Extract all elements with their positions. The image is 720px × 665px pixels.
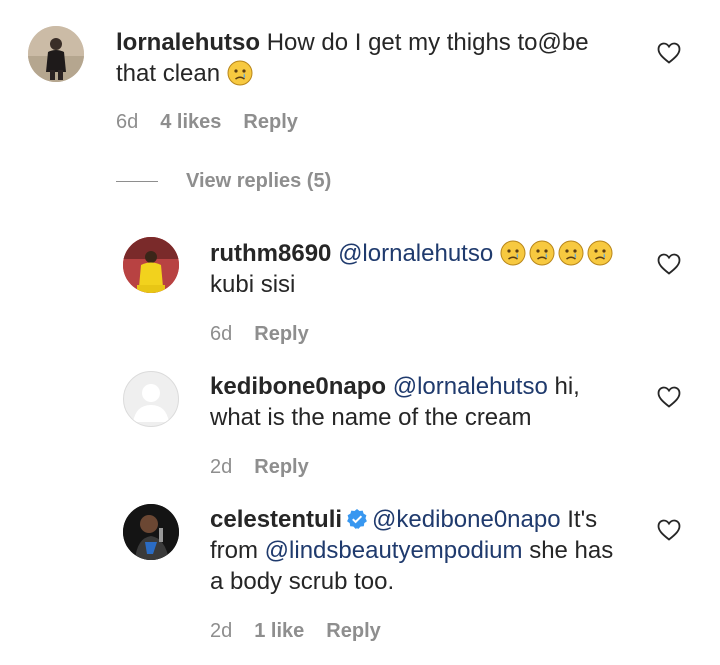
reply-button[interactable]: Reply (254, 456, 308, 479)
crying-face-emoji (529, 240, 555, 266)
reply-username[interactable]: ruthm8690 (210, 240, 331, 267)
reply-username[interactable]: kedibone0napo (210, 373, 386, 400)
reply-button[interactable]: Reply (326, 620, 380, 643)
mention-link-2[interactable]: @lindsbeautyempodium (265, 537, 523, 564)
heart-outline-icon[interactable] (657, 386, 681, 408)
crying-face-emoji (587, 240, 613, 266)
crying-face-emoji (227, 60, 253, 86)
comment-likes[interactable]: 4 likes (160, 111, 221, 134)
mention-link[interactable]: @lornalehutso (393, 373, 548, 400)
reply-username[interactable]: celestentuli (210, 506, 342, 533)
mention-link[interactable]: @lornalehutso (338, 240, 493, 267)
reply-text: celestentuli @kedibone0napo It's from @l… (210, 504, 640, 597)
reply-text: kedibone0napo @lornalehutso hi, what is … (210, 371, 630, 433)
reply-button[interactable]: Reply (243, 111, 297, 134)
reply-body-cont-2: she has (529, 537, 614, 564)
view-replies-button[interactable]: View replies (5) (116, 170, 331, 193)
reply-text: ruthm8690 @lornalehutso kubi sisi (210, 238, 630, 300)
reply-body: kubi sisi (210, 271, 296, 298)
reply-meta: 6d Reply (210, 323, 309, 346)
divider-line (116, 181, 158, 182)
reply-body-cont-3: a body scrub too. (210, 568, 395, 595)
comment-username[interactable]: lornalehutso (116, 29, 260, 56)
reply-body-cont: what is the name of the cream (210, 404, 532, 431)
reply-button[interactable]: Reply (254, 323, 308, 346)
comment-meta: 6d 4 likes Reply (116, 111, 298, 134)
reply-body: It's (567, 506, 598, 533)
reply-time: 2d (210, 456, 233, 478)
avatar[interactable] (28, 26, 84, 82)
avatar[interactable] (123, 504, 179, 560)
mention-link[interactable]: @kedibone0napo (372, 506, 561, 533)
avatar-photo (28, 26, 84, 82)
comment-text: lornalehutso How do I get my thighs to@b… (116, 27, 606, 89)
reply-body-cont: from (210, 537, 258, 564)
avatar[interactable] (123, 237, 179, 293)
crying-face-emoji (558, 240, 584, 266)
comment-time: 6d (116, 111, 139, 133)
default-avatar-icon (133, 384, 169, 422)
avatar-photo (123, 237, 179, 293)
view-replies-label: View replies (5) (186, 170, 332, 192)
verified-badge-icon (347, 509, 367, 529)
heart-outline-icon[interactable] (657, 42, 681, 64)
avatar-photo (123, 504, 179, 560)
reply-likes[interactable]: 1 like (254, 620, 304, 643)
reply-time: 2d (210, 620, 233, 642)
heart-outline-icon[interactable] (657, 253, 681, 275)
reply-time: 6d (210, 323, 233, 345)
reply-meta: 2d 1 like Reply (210, 620, 381, 643)
reply-body: hi, (554, 373, 580, 400)
heart-outline-icon[interactable] (657, 519, 681, 541)
avatar-placeholder[interactable] (123, 371, 179, 427)
reply-meta: 2d Reply (210, 456, 309, 479)
crying-face-emoji (500, 240, 526, 266)
